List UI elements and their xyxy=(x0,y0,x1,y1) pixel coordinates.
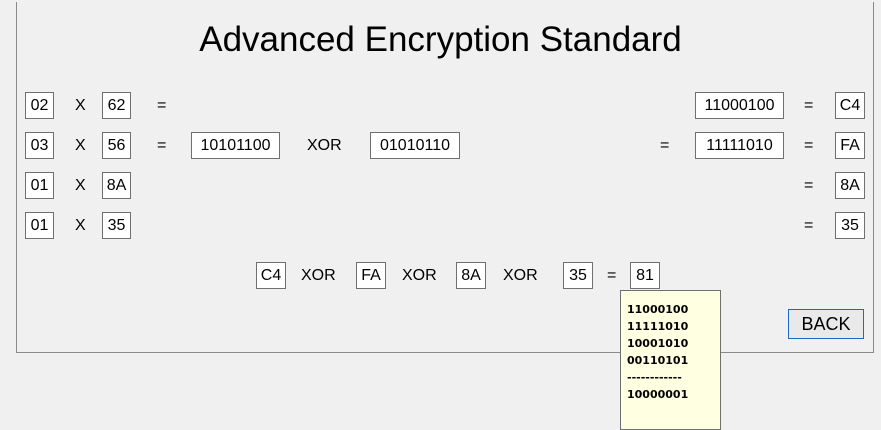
row2-value: 56 xyxy=(102,132,131,159)
final-result[interactable]: 81 xyxy=(630,262,660,289)
final-operand-1: C4 xyxy=(256,262,286,289)
tooltip-line-2: 11111010 xyxy=(627,320,689,333)
row3-equals-2: = xyxy=(804,177,814,194)
row3-hex-result: 8A xyxy=(835,172,865,199)
xor-tooltip: 11000100 11111010 10001010 00110101 ----… xyxy=(620,290,721,430)
row1-multiply-sign: X xyxy=(75,97,86,114)
tooltip-result: 10000001 xyxy=(627,388,689,401)
row1-coefficient: 02 xyxy=(25,92,54,119)
row2-multiply-sign: X xyxy=(75,137,86,154)
row4-hex-result: 35 xyxy=(835,212,865,239)
tooltip-separator: ------------ xyxy=(627,371,682,384)
final-operand-2: FA xyxy=(356,262,386,289)
row2-left-binary: 10101100 xyxy=(191,132,280,159)
row2-binary-result: 11111010 xyxy=(695,132,784,159)
row3-coefficient: 01 xyxy=(25,172,54,199)
tooltip-line-3: 10001010 xyxy=(627,337,689,350)
row4-equals-2: = xyxy=(804,217,814,234)
row3-value: 8A xyxy=(102,172,131,199)
row2-equals: = xyxy=(157,137,167,154)
row4-multiply-sign: X xyxy=(75,217,86,234)
row1-equals: = xyxy=(157,97,167,114)
final-operand-4: 35 xyxy=(563,262,593,289)
row2-xor: XOR xyxy=(307,137,342,154)
final-equals: = xyxy=(607,267,617,284)
final-xor-2: XOR xyxy=(402,267,437,284)
tooltip-line-1: 11000100 xyxy=(627,303,689,316)
row1-binary-result: 11000100 xyxy=(695,92,784,119)
final-xor-3: XOR xyxy=(503,267,538,284)
row2-hex-result: FA xyxy=(835,132,865,159)
final-operand-3: 8A xyxy=(456,262,486,289)
row4-value: 35 xyxy=(102,212,131,239)
row1-value: 62 xyxy=(102,92,131,119)
row1-equals-2: = xyxy=(804,97,814,114)
tooltip-line-4: 00110101 xyxy=(627,354,689,367)
final-xor-1: XOR xyxy=(301,267,336,284)
back-button[interactable]: BACK xyxy=(788,309,864,339)
row2-equals-2: = xyxy=(804,137,814,154)
row2-right-binary: 01010110 xyxy=(370,132,460,159)
row2-coefficient: 03 xyxy=(25,132,54,159)
page-title: Advanced Encryption Standard xyxy=(199,20,682,59)
row1-hex-result: C4 xyxy=(835,92,865,119)
row4-coefficient: 01 xyxy=(25,212,54,239)
row3-multiply-sign: X xyxy=(75,177,86,194)
row2-equals-mid: = xyxy=(660,137,670,154)
